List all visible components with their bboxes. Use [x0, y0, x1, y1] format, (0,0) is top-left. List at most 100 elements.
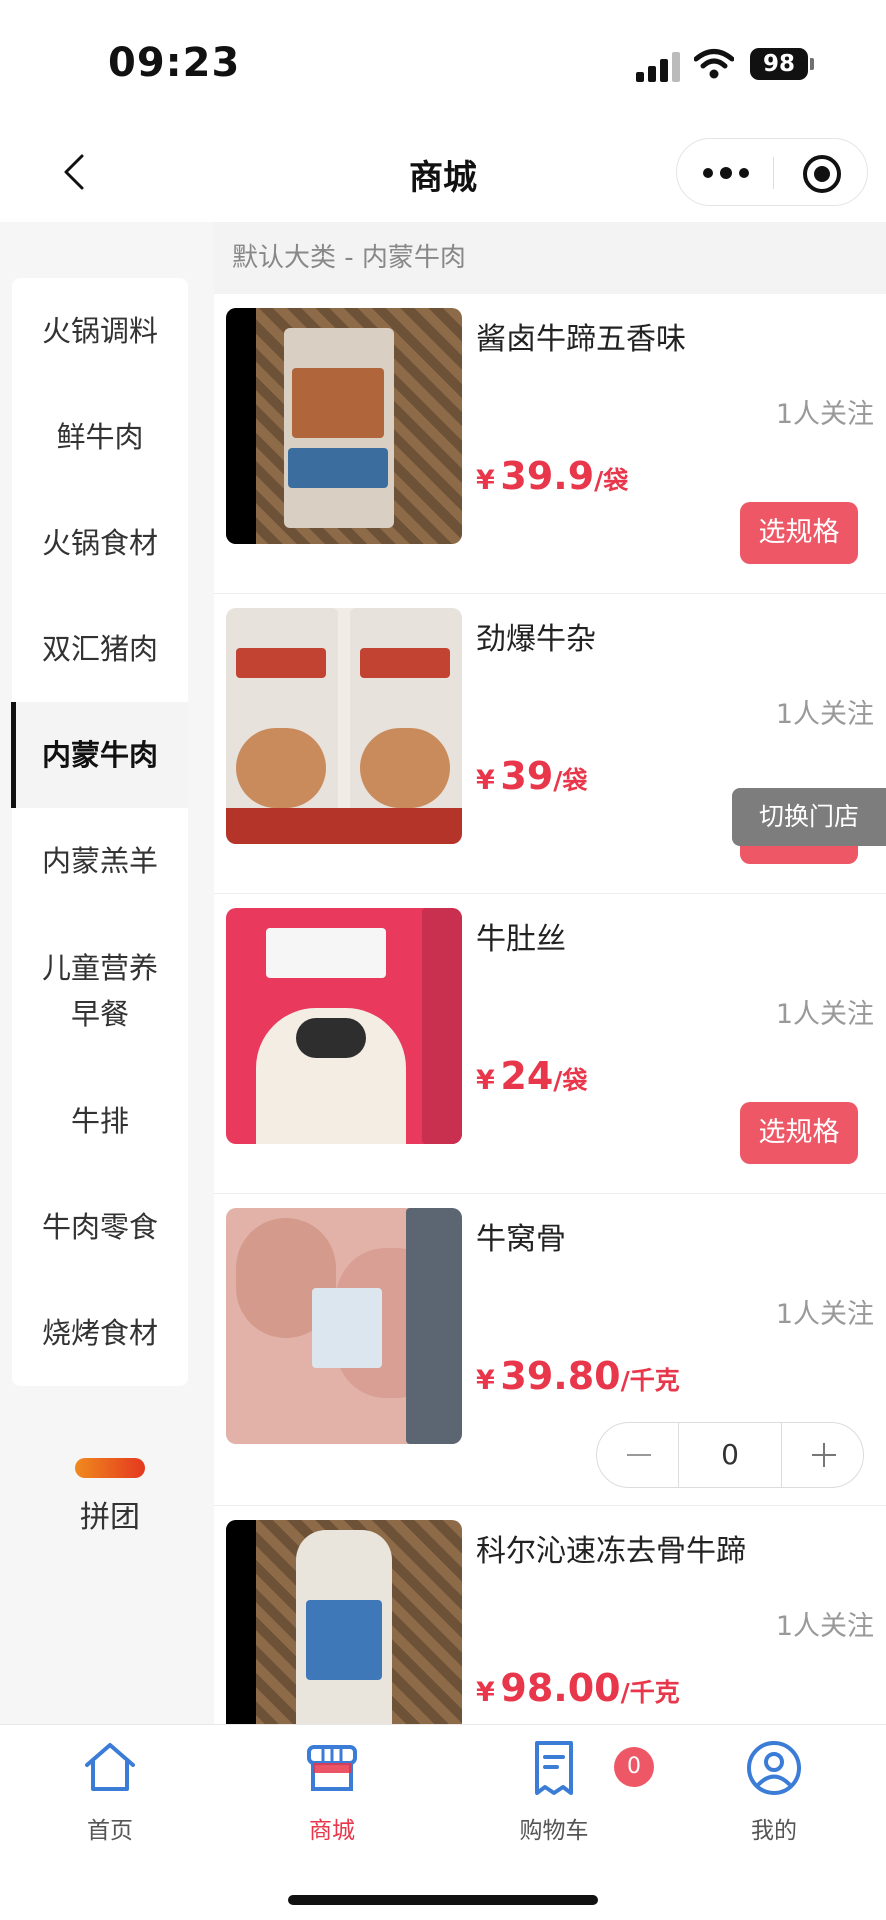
- group-buy-label: 拼团: [80, 1500, 140, 1535]
- product-card: 酱卤牛蹄五香味 1人关注 ¥ 39.9/袋 选规格: [214, 294, 886, 594]
- category-item-hotpot-ingredients[interactable]: 火锅食材: [12, 490, 188, 596]
- increase-quantity-button[interactable]: [781, 1423, 863, 1487]
- price-unit: /千克: [620, 1366, 680, 1395]
- price-unit: /袋: [553, 766, 588, 795]
- tab-home[interactable]: 首页: [30, 1739, 190, 1845]
- category-item-shuanghui-pork[interactable]: 双汇猪肉: [12, 596, 188, 702]
- category-item-hotpot-seasoning[interactable]: 火锅调料: [12, 278, 188, 384]
- category-item-kids-breakfast[interactable]: 儿童营养 早餐: [12, 914, 188, 1068]
- nav-bar: 商城: [0, 120, 886, 222]
- product-card: 劲爆牛杂 1人关注 ¥ 39/袋 选规格: [214, 594, 886, 894]
- tab-store[interactable]: 商城: [252, 1739, 412, 1845]
- price-unit: /袋: [594, 466, 629, 495]
- more-dots-icon[interactable]: [677, 139, 773, 207]
- currency-symbol: ¥: [476, 1365, 495, 1396]
- product-list-area: 默认大类 - 内蒙牛肉 酱卤牛蹄五香味 1人关注 ¥ 39.9/袋 选规格 劲爆…: [214, 222, 886, 1724]
- product-card: 牛窝骨 1人关注 ¥ 39.80/千克 0: [214, 1194, 886, 1506]
- category-label: 牛排: [70, 1104, 129, 1138]
- status-time: 09:23: [108, 40, 241, 86]
- category-label: 内蒙羔羊: [41, 844, 158, 878]
- follow-count: 1人关注: [775, 399, 874, 430]
- product-name[interactable]: 科尔沁速冻去骨牛蹄: [476, 1526, 746, 1570]
- quantity-stepper: 0: [596, 1422, 864, 1488]
- category-label: 烧烤食材: [41, 1316, 158, 1350]
- product-name[interactable]: 牛窝骨: [476, 1214, 566, 1258]
- follow-count: 1人关注: [775, 999, 874, 1030]
- category-item-beef-snacks[interactable]: 牛肉零食: [12, 1174, 188, 1280]
- decrease-quantity-button[interactable]: [597, 1423, 679, 1487]
- wifi-icon: [694, 49, 734, 79]
- category-list: 火锅调料 鲜牛肉 火锅食材 双汇猪肉 内蒙牛肉 内蒙羔羊 儿童营养早餐 牛排 牛…: [11, 278, 188, 1386]
- price-amount: 98.00: [500, 1666, 621, 1710]
- currency-symbol: ¥: [476, 765, 495, 796]
- category-item-steak[interactable]: 牛排: [12, 1068, 188, 1174]
- tab-label: 我的: [751, 1818, 797, 1844]
- quantity-value[interactable]: 0: [679, 1423, 781, 1487]
- category-label: 火锅食材: [41, 526, 158, 560]
- store-icon: [307, 1745, 357, 1791]
- product-price: ¥ 98.00/千克: [476, 1666, 680, 1710]
- tab-label: 商城: [309, 1818, 355, 1844]
- category-label-line2: 早餐: [70, 997, 129, 1031]
- record-target-icon[interactable]: [773, 139, 869, 207]
- battery-indicator: 98: [750, 48, 808, 80]
- battery-tip: [810, 58, 814, 70]
- tab-profile[interactable]: 我的: [694, 1739, 854, 1845]
- product-name[interactable]: 酱卤牛蹄五香味: [476, 314, 686, 358]
- category-label: 双汇猪肉: [41, 632, 158, 666]
- product-card: 科尔沁速冻去骨牛蹄 1人关注 ¥ 98.00/千克: [214, 1506, 886, 1724]
- home-indicator: [288, 1895, 598, 1905]
- cart-receipt-icon: [535, 1741, 573, 1795]
- category-label: 儿童营养 早餐: [42, 945, 158, 1037]
- group-buy-entry[interactable]: 拼团: [60, 1458, 160, 1536]
- cart-count-badge: 0: [614, 1747, 654, 1787]
- tab-cart[interactable]: 购物车: [474, 1739, 634, 1845]
- category-sidebar: 火锅调料 鲜牛肉 火锅食材 双汇猪肉 内蒙牛肉 内蒙羔羊 儿童营养早餐 牛排 牛…: [0, 222, 214, 1724]
- price-amount: 39.80: [500, 1354, 621, 1398]
- product-price: ¥ 39/袋: [476, 754, 587, 798]
- product-image[interactable]: [226, 908, 462, 1144]
- profile-icon: [747, 1741, 801, 1795]
- select-spec-button[interactable]: 选规格: [740, 502, 858, 564]
- currency-symbol: ¥: [476, 465, 495, 496]
- home-icon: [85, 1743, 135, 1791]
- follow-count: 1人关注: [775, 1299, 874, 1330]
- price-amount: 39.9: [500, 454, 595, 498]
- currency-symbol: ¥: [476, 1065, 495, 1096]
- breadcrumb: 默认大类 - 内蒙牛肉: [214, 222, 886, 294]
- price-unit: /袋: [553, 1066, 588, 1095]
- product-image[interactable]: [226, 1208, 462, 1444]
- product-name[interactable]: 牛肚丝: [476, 914, 566, 958]
- category-item-bbq-ingredients[interactable]: 烧烤食材: [12, 1280, 188, 1386]
- tab-label: 购物车: [519, 1818, 589, 1844]
- product-name[interactable]: 劲爆牛杂: [476, 614, 596, 658]
- status-bar: 09:23 98: [0, 0, 886, 120]
- mini-program-capsule: [676, 138, 868, 206]
- category-label: 牛肉零食: [41, 1210, 158, 1244]
- category-label: 火锅调料: [41, 314, 158, 348]
- product-price: ¥ 39.9/袋: [476, 454, 628, 498]
- cellular-signal-icon: [636, 52, 682, 82]
- tab-label: 首页: [87, 1818, 133, 1844]
- category-item-inner-mongolia-lamb[interactable]: 内蒙羔羊: [12, 808, 188, 914]
- category-label-line1: 儿童营养: [41, 951, 158, 985]
- category-item-inner-mongolia-beef[interactable]: 内蒙牛肉: [11, 702, 188, 808]
- price-amount: 24: [500, 1054, 554, 1098]
- product-price: ¥ 24/袋: [476, 1054, 587, 1098]
- bottom-tab-bar: 首页 商城 购物车 0 我的: [0, 1724, 886, 1920]
- follow-count: 1人关注: [775, 1611, 874, 1642]
- product-image[interactable]: [226, 608, 462, 844]
- currency-symbol: ¥: [476, 1677, 495, 1708]
- price-amount: 39: [500, 754, 554, 798]
- product-card: 牛肚丝 1人关注 ¥ 24/袋 选规格: [214, 894, 886, 1194]
- product-price: ¥ 39.80/千克: [476, 1354, 680, 1398]
- follow-count: 1人关注: [775, 699, 874, 730]
- category-label: 内蒙牛肉: [41, 738, 158, 772]
- category-item-fresh-beef[interactable]: 鲜牛肉: [12, 384, 188, 490]
- category-label: 鲜牛肉: [56, 420, 144, 454]
- price-unit: /千克: [620, 1678, 680, 1707]
- product-image[interactable]: [226, 308, 462, 544]
- switch-store-button[interactable]: 切换门店: [732, 788, 886, 846]
- product-image[interactable]: [226, 1520, 462, 1724]
- select-spec-button[interactable]: 选规格: [740, 1102, 858, 1164]
